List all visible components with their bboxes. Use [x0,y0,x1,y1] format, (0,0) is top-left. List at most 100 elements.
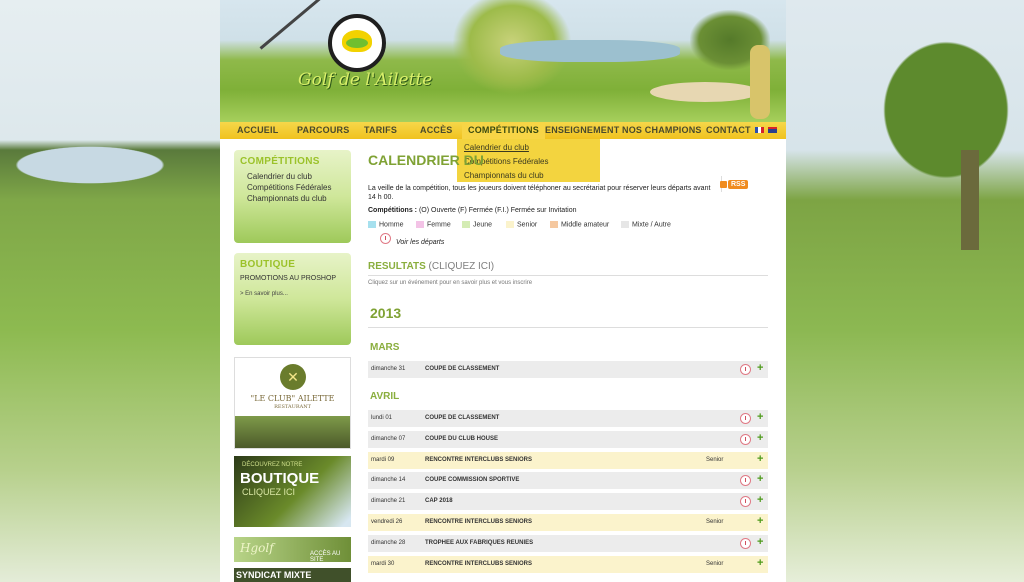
background-left [0,0,220,582]
event-row[interactable]: mardi 30 RENCONTRE INTERCLUBS SENIORS Seni… [368,556,768,573]
dropdown-calendrier-du-club[interactable]: Calendrier du club [464,143,529,152]
boutique-banner-line2: BOUTIQUE [240,470,320,487]
voir-departs-label: Voir les départs [396,239,445,246]
event-category: Senior [706,519,724,525]
event-date: dimanche 31 [371,366,406,372]
event-name[interactable]: COUPE COMMISSION SPORTIVE [425,477,519,483]
plus-icon[interactable]: + [757,557,763,569]
legend-label: Mixte / Autre [632,221,671,229]
club-restaurant-banner[interactable]: ✕ "LE CLUB" AILETTE RESTAURANT [234,357,351,449]
event-name[interactable]: COUPE DU CLUB HOUSE [425,436,498,442]
plus-icon[interactable]: + [757,536,763,548]
event-name[interactable]: COUPE DE CLASSEMENT [425,366,499,372]
club-subtitle: RESTAURANT [274,404,311,410]
boutique-banner[interactable]: DÉCOUVREZ NOTRE BOUTIQUE CLIQUEZ ICI [234,456,351,527]
departs-clock-icon[interactable] [740,475,751,486]
nav-competitions[interactable]: COMPÉTITIONS [462,122,545,139]
sidebar-competitions-title: COMPÉTITIONS [240,156,320,167]
plus-icon[interactable]: + [757,453,763,465]
event-row[interactable]: vendredi 26 RENCONTRE INTERCLUBS SENIORS S… [368,514,768,531]
plus-icon[interactable]: + [757,473,763,485]
uk-flag-icon[interactable] [768,127,778,133]
event-row[interactable]: dimanche 21 CAP 2018 + [368,493,768,510]
event-name[interactable]: RENCONTRE INTERCLUBS SENIORS [425,457,532,463]
departs-clock-icon[interactable] [740,434,751,445]
plus-icon[interactable]: + [757,362,763,374]
event-date: vendredi 26 [371,519,403,525]
boutique-banner-line3: CLIQUEZ ICI [242,487,296,497]
event-date: dimanche 21 [371,498,406,504]
results-cta: (CLIQUEZ ICI) [425,261,495,272]
club-photo [235,416,350,448]
event-name[interactable]: CAP 2018 [425,498,453,504]
syndicat-banner[interactable]: SYNDICAT MIXTE [234,568,351,582]
event-row[interactable]: mardi 09 RENCONTRE INTERCLUBS SENIORS Seni… [368,452,768,469]
plus-icon[interactable]: + [757,432,763,444]
logo-icon[interactable] [328,14,386,72]
sidebar-link-championnats[interactable]: Championnats du club [247,194,327,203]
rss-button[interactable]: RSS [728,180,749,189]
legend-swatch [368,221,376,228]
legend-label: Femme [427,221,451,229]
event-name[interactable]: RENCONTRE INTERCLUBS SENIORS [425,561,532,567]
logo-text[interactable]: Golf de l'Ailette [298,70,432,90]
month-heading: AVRIL [370,391,400,402]
departs-clock-icon[interactable] [740,364,751,375]
plus-icon[interactable]: + [757,494,763,506]
sidebar-boutique-title: BOUTIQUE [240,259,296,270]
legend-jeune: Jeune [462,221,492,228]
main-nav: ACCUEIL PARCOURS TARIFS ACCÈS COMPÉTITIO… [220,122,786,139]
hgolf-cta: ACCÈS AU SITE [310,551,341,563]
hgolf-banner[interactable]: Hgolf ACCÈS AU SITE [234,537,351,563]
event-date: dimanche 14 [371,477,406,483]
departs-clock-icon[interactable] [740,538,751,549]
sidebar-link-calendrier[interactable]: Calendrier du club [247,172,312,181]
legend-swatch [621,221,629,228]
legend-swatch [550,221,558,228]
event-row[interactable]: dimanche 31 COUPE DE CLASSEMENT + [368,361,768,378]
sidebar-link-federales[interactable]: Compétitions Fédérales [247,183,331,192]
banner-golf-club [259,0,331,50]
event-name[interactable]: COUPE DE CLASSEMENT [425,415,499,421]
departs-clock-icon[interactable] [740,413,751,424]
event-row[interactable]: dimanche 28 TROPHEE AUX FABRIQUES REUNIES… [368,535,768,552]
legend-middle-amateur: Middle amateur [550,221,609,228]
event-name[interactable]: RENCONTRE INTERCLUBS SENIORS [425,519,532,525]
results-title: RESULTATS [368,261,426,272]
legend-label: Senior [517,221,538,229]
nav-enseignement[interactable]: ENSEIGNEMENT [545,125,619,135]
banner-lake [500,40,680,62]
legend-label: Homme [379,221,404,229]
event-name[interactable]: TROPHEE AUX FABRIQUES REUNIES [425,540,533,546]
nav-accueil[interactable]: ACCUEIL [237,125,278,135]
legend-swatch [506,221,514,228]
fr-flag-icon[interactable] [755,127,764,133]
nav-tarifs[interactable]: TARIFS [364,125,397,135]
nav-parcours[interactable]: PARCOURS [297,125,349,135]
language-flags [755,126,779,135]
rss-icon[interactable] [720,181,727,188]
nav-acces[interactable]: ACCÈS [420,125,453,135]
banner-bunker [650,82,760,102]
event-row[interactable]: lundi 01 COUPE DE CLASSEMENT + [368,410,768,427]
event-date: dimanche 07 [371,436,406,442]
event-category: Senior [706,457,724,463]
nav-contact[interactable]: CONTACT [706,125,751,135]
boutique-more-link[interactable]: > En savoir plus... [240,291,288,297]
plus-icon[interactable]: + [757,411,763,423]
sidebar-competitions-box: COMPÉTITIONS Calendrier du club Compétit… [234,150,351,243]
event-row[interactable]: dimanche 07 COUPE DU CLUB HOUSE + [368,431,768,448]
results-link[interactable]: RESULTATS (CLIQUEZ ICI) [368,261,494,272]
event-category: Senior [706,561,724,567]
nav-nos-champions[interactable]: NOS CHAMPIONS [622,125,702,135]
hgolf-brand: Hgolf [240,541,274,555]
dropdown-championnats-du-club[interactable]: Championnats du club [464,171,544,180]
results-divider [368,275,768,276]
club-name: "LE CLUB" AILETTE [250,394,335,403]
departs-clock-icon[interactable] [740,496,751,507]
boutique-promo: PROMOTIONS AU PROSHOP [240,275,337,282]
tree-trunk [961,150,979,250]
sidebar-boutique-box: BOUTIQUE PROMOTIONS AU PROSHOP > En savo… [234,253,351,345]
event-row[interactable]: dimanche 14 COUPE COMMISSION SPORTIVE + [368,472,768,489]
plus-icon[interactable]: + [757,515,763,527]
